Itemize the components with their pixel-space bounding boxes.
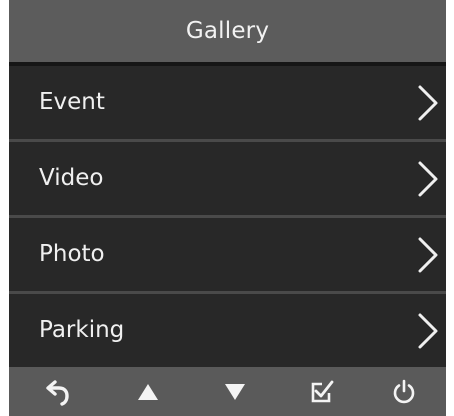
power-button[interactable] — [374, 367, 434, 416]
footer-toolbar — [9, 367, 446, 416]
chevron-right-icon — [418, 313, 438, 349]
chevron-right-icon — [418, 85, 438, 121]
back-icon — [46, 379, 69, 406]
menu-item-label: Parking — [39, 317, 125, 343]
down-button[interactable] — [205, 367, 265, 416]
down-arrow-icon — [225, 383, 245, 400]
confirm-button[interactable] — [291, 367, 351, 416]
chevron-right-icon — [418, 161, 438, 197]
gallery-screen: Gallery Event Video Photo Parking — [9, 0, 446, 416]
up-arrow-icon — [138, 383, 158, 400]
chevron-right-icon — [418, 237, 438, 273]
page-title: Gallery — [185, 18, 270, 44]
menu-item-label: Video — [39, 165, 104, 191]
back-button[interactable] — [29, 367, 89, 416]
confirm-checkbox-icon — [311, 380, 334, 402]
up-button[interactable] — [118, 367, 178, 416]
header-bar: Gallery — [9, 0, 446, 62]
power-icon — [393, 379, 415, 403]
menu-item-label: Photo — [39, 241, 105, 267]
menu-item-photo[interactable]: Photo — [9, 218, 446, 291]
menu-item-label: Event — [39, 89, 105, 115]
menu-item-video[interactable]: Video — [9, 142, 446, 215]
menu-item-event[interactable]: Event — [9, 66, 446, 139]
menu-item-parking[interactable]: Parking — [9, 294, 446, 367]
